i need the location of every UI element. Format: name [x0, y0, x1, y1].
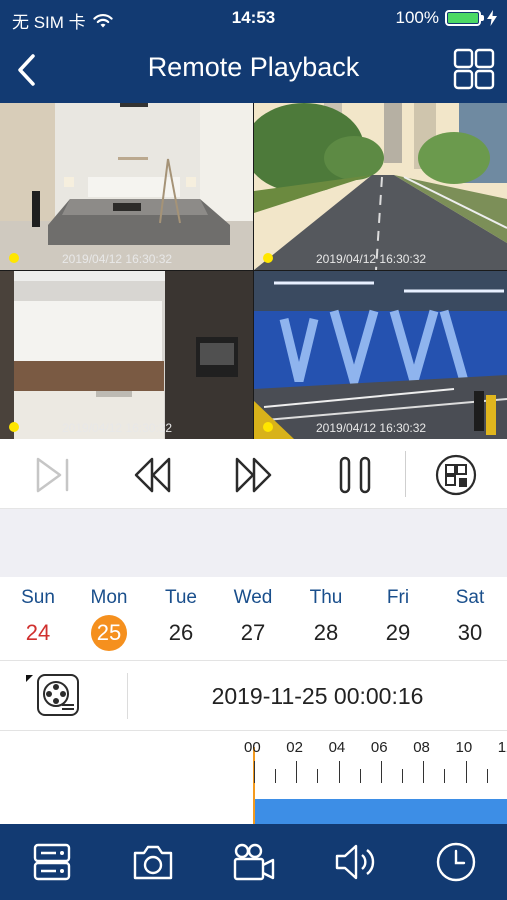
rewind-button[interactable] — [131, 453, 175, 497]
charging-icon — [487, 10, 497, 26]
playback-controls — [0, 439, 507, 509]
bedroom-scene-image — [0, 103, 253, 270]
recording-indicator — [263, 422, 273, 432]
day-date[interactable]: 26 — [163, 615, 199, 651]
parking-garage-scene-image — [254, 271, 507, 439]
camera-timestamp: 2019/04/12 16:30:32 — [316, 252, 427, 266]
playback-datetime: 2019-11-25 00:00:16 — [211, 683, 424, 709]
fast-forward-icon — [235, 457, 272, 493]
day-date[interactable]: 29 — [380, 615, 416, 651]
day-date[interactable]: 30 — [452, 615, 488, 651]
film-reel-icon[interactable] — [36, 673, 80, 717]
nav-header: Remote Playback — [0, 36, 507, 103]
battery-percent: 100% — [395, 8, 439, 27]
day-tue[interactable]: Tue 26 — [145, 587, 217, 651]
day-fri[interactable]: Fri 29 — [362, 587, 434, 651]
grid-layout-icon[interactable] — [453, 48, 495, 90]
pause-button[interactable] — [333, 453, 377, 497]
recording-indicator — [263, 253, 273, 263]
split-screen-button[interactable] — [434, 453, 478, 497]
timeline-tick — [402, 769, 403, 783]
timeline-hour-label: 02 — [286, 739, 303, 756]
recording-indicator — [9, 253, 19, 263]
next-frame-icon — [36, 457, 69, 493]
status-bar: 无 SIM 卡 14:53 100% — [0, 0, 507, 36]
camera-view-3[interactable]: 2019/04/12 16:30:32 — [0, 271, 253, 439]
day-mon[interactable]: Mon 25 — [73, 587, 145, 651]
timeline-tick — [339, 761, 340, 783]
clock-icon — [436, 842, 476, 882]
timeline-tick — [254, 761, 255, 783]
camera-timestamp: 2019/04/12 16:30:32 — [316, 421, 427, 435]
camera-timestamp: 2019/04/12 16:30:32 — [62, 252, 173, 266]
playback-date-row: 2019-11-25 00:00:16 — [0, 661, 507, 731]
corner-indicator — [26, 675, 33, 682]
camera-timestamp: 2019/04/12 16:30:32 — [62, 421, 173, 435]
day-date[interactable]: 27 — [235, 615, 271, 651]
day-wed[interactable]: Wed 27 — [217, 587, 289, 651]
timeline-tick — [487, 769, 488, 783]
fast-forward-button[interactable] — [231, 453, 275, 497]
video-grid: 2019/04/12 16:30:32 2019/04/12 16:30:32 … — [0, 103, 507, 439]
rewind-icon — [134, 457, 171, 493]
status-right: 100% — [396, 8, 497, 28]
next-frame-button[interactable] — [30, 453, 74, 497]
spacer-panel — [0, 509, 507, 577]
day-sat[interactable]: Sat 30 — [434, 587, 506, 651]
timeline-hour-label: 04 — [328, 739, 346, 756]
day-thu[interactable]: Thu 28 — [290, 587, 362, 651]
timeline-scrubber[interactable]: 00 02 04 06 08 10 12 — [0, 731, 507, 824]
storage-icon — [33, 843, 71, 881]
timeline-cursor[interactable] — [253, 747, 255, 824]
selected-date[interactable]: 25 — [91, 615, 127, 651]
storage-button[interactable] — [30, 840, 74, 884]
audio-button[interactable] — [333, 840, 377, 884]
timeline-tick — [360, 769, 361, 783]
camera-view-2[interactable]: 2019/04/12 16:30:32 — [254, 103, 507, 270]
timeline-tick — [296, 761, 297, 783]
day-name: Thu — [309, 587, 343, 608]
camera-view-4[interactable]: 2019/04/12 16:30:32 — [254, 271, 507, 439]
timeline-tick — [317, 769, 318, 783]
day-name: Fri — [386, 587, 410, 608]
week-selector: Sun 24 Mon 25 Tue 26 Wed 27 Thu 28 Fri 29 Sat 30 — [0, 577, 507, 661]
recording-indicator — [9, 422, 19, 432]
camera-view-1[interactable]: 2019/04/12 16:30:32 — [0, 103, 253, 270]
pause-icon — [339, 456, 371, 494]
battery-icon — [445, 10, 484, 26]
time-button[interactable] — [434, 840, 478, 884]
city-road-scene-image — [254, 103, 507, 270]
timeline-hour-label: 08 — [413, 739, 430, 756]
timeline-hour-label: 00 — [244, 739, 261, 756]
snapshot-button[interactable] — [131, 840, 175, 884]
bottom-toolbar — [0, 824, 507, 900]
day-name: Sat — [455, 587, 485, 608]
page-title: Remote Playback — [147, 52, 360, 82]
speaker-icon — [335, 844, 375, 880]
timeline-tick — [444, 769, 445, 783]
day-name: Wed — [233, 587, 273, 608]
timeline-hour-label: 06 — [370, 739, 388, 756]
split-screen-icon — [435, 454, 477, 496]
day-sun[interactable]: Sun 24 — [2, 587, 74, 651]
day-name: Tue — [164, 587, 198, 608]
remote-playback-screen: 无 SIM 卡 14:53 100% Remote Playback 2019/… — [0, 0, 507, 900]
timeline-hour-label: 12 — [497, 739, 507, 756]
timeline-hour-label: 10 — [455, 739, 473, 756]
timeline-tick — [423, 761, 424, 783]
video-camera-icon — [233, 843, 275, 881]
day-name: Mon — [90, 587, 128, 608]
day-date[interactable]: 28 — [308, 615, 344, 651]
day-date[interactable]: 24 — [20, 615, 56, 651]
timeline-tick — [381, 761, 382, 783]
day-name: Sun — [21, 587, 55, 608]
record-button[interactable] — [232, 840, 276, 884]
kitchen-scene-image — [0, 271, 253, 439]
camera-icon — [133, 845, 173, 880]
timeline-tick — [466, 761, 467, 783]
controls-divider — [405, 451, 406, 497]
recording-segment-bar[interactable] — [254, 799, 507, 824]
timeline-tick — [275, 769, 276, 783]
